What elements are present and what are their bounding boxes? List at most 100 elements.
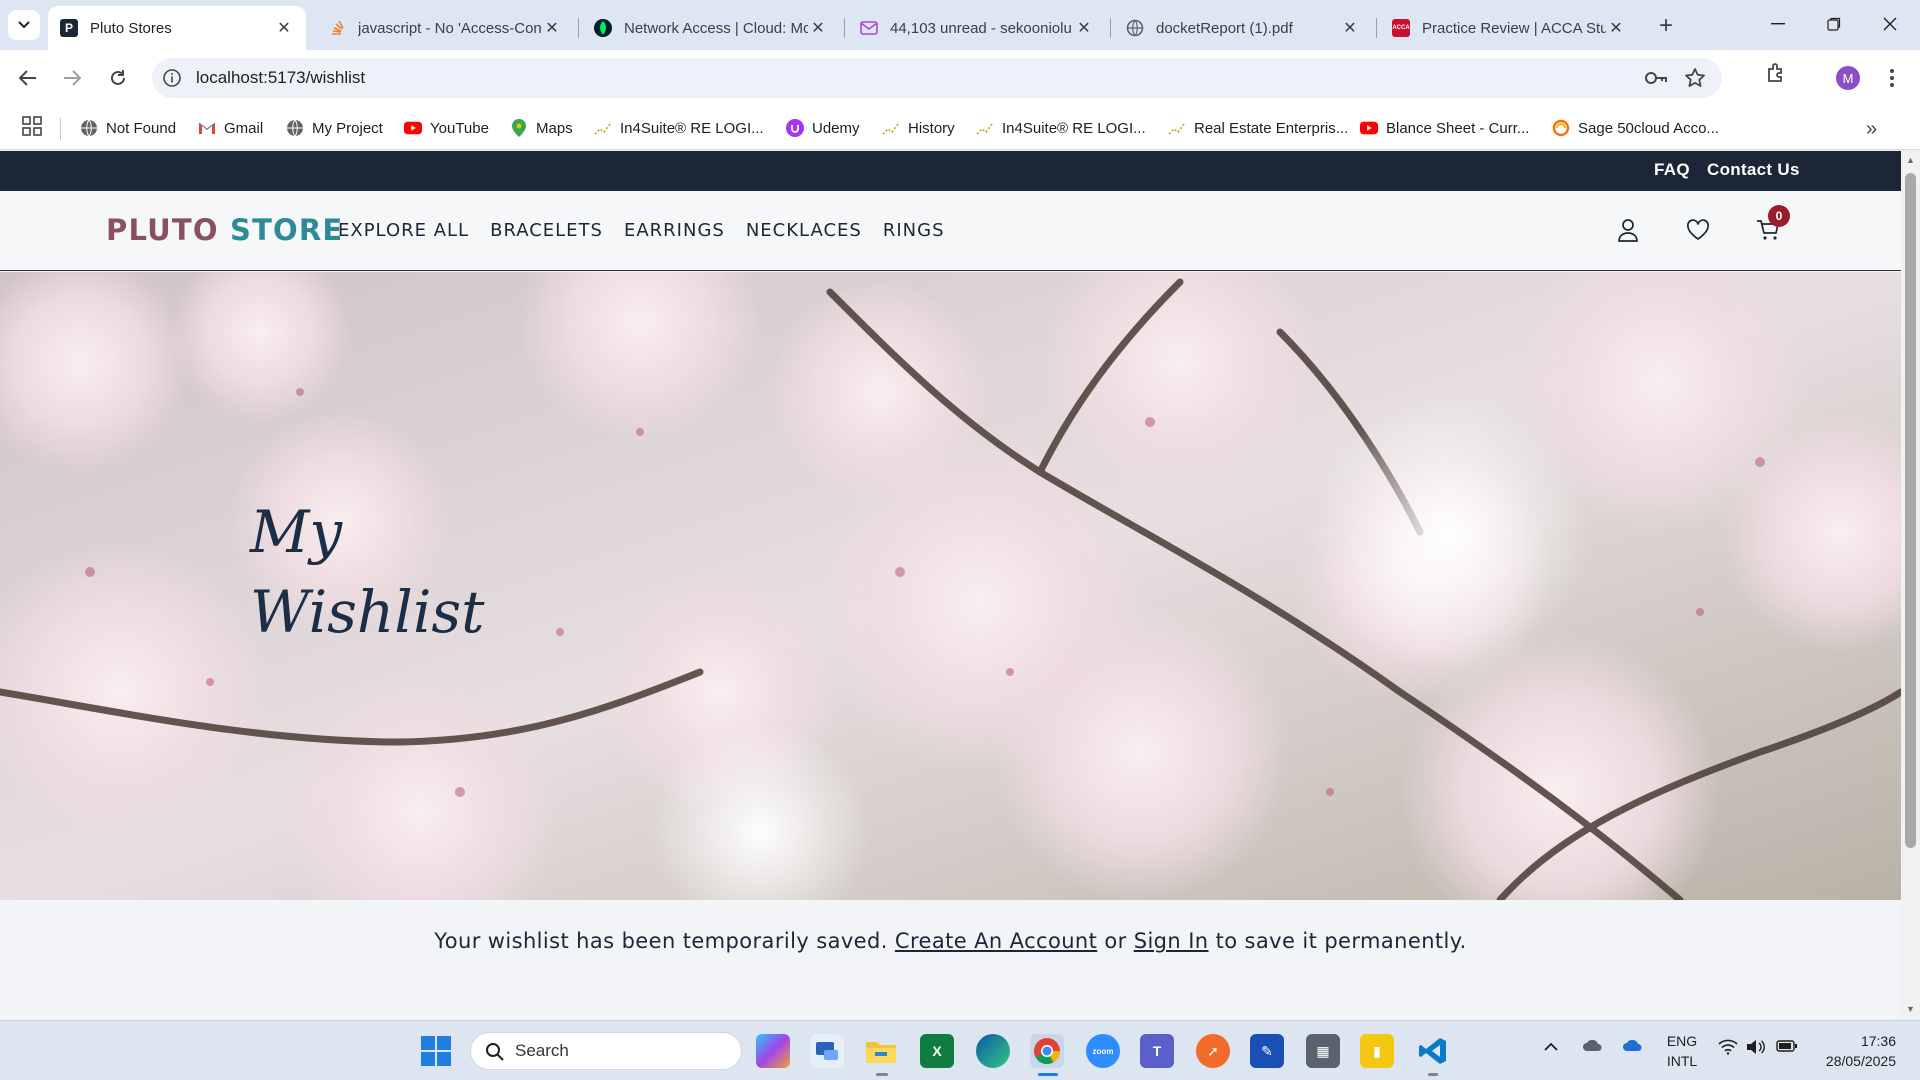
back-button[interactable]	[12, 62, 44, 94]
extensions-puzzle-icon[interactable]	[1766, 62, 1788, 84]
bookmark-youtube[interactable]: YouTube	[404, 116, 489, 140]
zoom-icon[interactable]: zoom	[1086, 1034, 1120, 1068]
bookmark-sage[interactable]: Sage 50cloud Acco...	[1552, 116, 1719, 140]
edge-icon[interactable]	[976, 1034, 1010, 1068]
show-hidden-icons-chevron-icon[interactable]	[1544, 1039, 1558, 1055]
site-logo[interactable]: PLUTO STORE	[106, 213, 343, 247]
url-text[interactable]: localhost:5173/wishlist	[196, 68, 365, 88]
copilot-icon[interactable]	[756, 1034, 790, 1068]
teams-icon[interactable]: T	[1140, 1034, 1174, 1068]
tab-stackoverflow[interactable]: javascript - No 'Access-Control ✕	[316, 6, 574, 50]
power-bi-icon[interactable]: ▮	[1360, 1034, 1394, 1068]
teams-admin-icon[interactable]	[810, 1034, 844, 1068]
mail-icon	[860, 19, 878, 37]
file-explorer-icon[interactable]	[864, 1034, 898, 1068]
address-bar[interactable]: localhost:5173/wishlist	[152, 58, 1722, 98]
bookmark-my-project[interactable]: My Project	[286, 116, 383, 140]
wifi-icon[interactable]	[1718, 1039, 1738, 1058]
clock-date: 28/05/2025	[1825, 1053, 1896, 1069]
tab-mongodb[interactable]: Network Access | Cloud: MongoDB ✕	[582, 6, 840, 50]
chrome-icon[interactable]	[1030, 1034, 1064, 1068]
nav-rings[interactable]: RINGS	[883, 220, 945, 241]
browser-menu-button[interactable]	[1884, 64, 1900, 92]
nav-explore-all[interactable]: EXPLORE ALL	[338, 220, 469, 241]
close-tab-icon[interactable]: ✕	[1340, 18, 1360, 38]
udemy-icon	[786, 119, 804, 137]
bookmark-maps[interactable]: Maps	[510, 116, 573, 140]
tab-mail[interactable]: 44,103 unread - sekooniolu ✕	[848, 6, 1106, 50]
close-tab-icon[interactable]: ✕	[808, 18, 828, 38]
faq-link[interactable]: FAQ	[1654, 160, 1690, 180]
minimize-icon	[1771, 23, 1785, 25]
scroll-up-arrow-icon[interactable]: ▲	[1905, 155, 1916, 165]
scroll-down-arrow-icon[interactable]: ▼	[1905, 1004, 1916, 1014]
tab-title: Network Access | Cloud: MongoDB	[624, 19, 808, 37]
tab-pdf[interactable]: docketReport (1).pdf ✕	[1114, 6, 1372, 50]
sage-icon	[1552, 119, 1570, 137]
bookmark-in4suite-1[interactable]: In4Suite® RE LOGI...	[594, 116, 764, 140]
active-indicator	[1038, 1073, 1058, 1076]
minimize-button[interactable]	[1758, 8, 1798, 40]
bookmark-star-icon[interactable]	[1684, 67, 1706, 89]
bookmark-gmail[interactable]: Gmail	[198, 116, 263, 140]
excel-icon[interactable]: X	[920, 1034, 954, 1068]
editor-icon[interactable]: ✎	[1250, 1034, 1284, 1068]
globe-icon	[1126, 19, 1144, 37]
reload-icon	[111, 70, 125, 85]
nav-necklaces[interactable]: NECKLACES	[746, 220, 862, 241]
system-clock[interactable]: 17:36 28/05/2025	[1816, 1031, 1896, 1071]
calculator-icon[interactable]: ▦	[1306, 1034, 1340, 1068]
postman-icon[interactable]: ➚	[1196, 1034, 1230, 1068]
forward-button[interactable]	[56, 62, 88, 94]
nav-bracelets[interactable]: BRACELETS	[490, 220, 603, 241]
battery-icon[interactable]	[1776, 1039, 1798, 1056]
page-scrollbar[interactable]: ▲ ▼	[1901, 151, 1920, 1020]
arrow-left-icon	[19, 70, 36, 86]
profile-avatar[interactable]: M	[1836, 66, 1860, 90]
taskbar-search-box[interactable]: Search	[470, 1032, 742, 1070]
reload-button[interactable]	[102, 62, 134, 94]
close-tab-icon[interactable]: ✕	[274, 18, 294, 38]
bookmark-label: My Project	[312, 119, 383, 137]
account-button[interactable]	[1613, 215, 1643, 245]
bookmark-in4suite-2[interactable]: In4Suite® RE LOGI...	[976, 116, 1146, 140]
create-account-link[interactable]: Create An Account	[895, 929, 1097, 953]
new-tab-button[interactable]: +	[1652, 12, 1680, 40]
input-language-indicator[interactable]: ENG INTL	[1664, 1031, 1700, 1071]
vscode-icon[interactable]	[1416, 1034, 1450, 1068]
password-key-icon[interactable]	[1644, 67, 1668, 89]
bookmark-udemy[interactable]: Udemy	[786, 116, 860, 140]
tab-title: Pluto Stores	[90, 19, 172, 37]
cloud-sync-icon[interactable]	[1582, 1037, 1604, 1056]
bookmark-history[interactable]: History	[882, 116, 955, 140]
close-tab-icon[interactable]: ✕	[1074, 18, 1094, 38]
tab-acca[interactable]: ACCA Practice Review | ACCA Study ✕	[1380, 6, 1638, 50]
close-window-button[interactable]	[1870, 8, 1910, 40]
close-tab-icon[interactable]: ✕	[1606, 18, 1626, 38]
bookmark-real-estate[interactable]: Real Estate Enterpris...	[1168, 116, 1348, 140]
tab-search-button[interactable]	[8, 10, 40, 40]
logo-store: STORE	[229, 213, 344, 247]
bookmark-not-found[interactable]: Not Found	[80, 116, 176, 140]
close-tab-icon[interactable]: ✕	[542, 18, 562, 38]
onedrive-icon[interactable]	[1622, 1037, 1644, 1056]
tab-title: 44,103 unread - sekooniolu	[890, 19, 1072, 37]
wishlist-button[interactable]	[1683, 215, 1713, 245]
bookmark-label: Maps	[536, 119, 573, 137]
restore-button[interactable]	[1814, 8, 1854, 40]
nav-earrings[interactable]: EARRINGS	[624, 220, 725, 241]
bookmark-label: Real Estate Enterpris...	[1194, 119, 1349, 137]
windows-start-icon[interactable]	[420, 1035, 452, 1067]
sign-in-link[interactable]: Sign In	[1134, 929, 1209, 953]
site-info-icon[interactable]	[162, 68, 182, 88]
apps-grid-icon[interactable]	[22, 116, 42, 136]
contact-us-link[interactable]: Contact Us	[1707, 160, 1800, 180]
more-bookmarks-chevron-icon[interactable]: »	[1866, 118, 1877, 141]
globe-icon	[80, 119, 98, 137]
notice-text: Your wishlist has been temporarily saved…	[434, 929, 895, 953]
volume-icon[interactable]	[1746, 1039, 1766, 1058]
tab-pluto-stores[interactable]: P Pluto Stores ✕	[48, 6, 306, 50]
bookmark-label: In4Suite® RE LOGI...	[1002, 119, 1146, 137]
bookmark-balance-sheet[interactable]: Blance Sheet - Curr...	[1360, 116, 1529, 140]
scrollbar-thumb[interactable]	[1905, 173, 1916, 848]
